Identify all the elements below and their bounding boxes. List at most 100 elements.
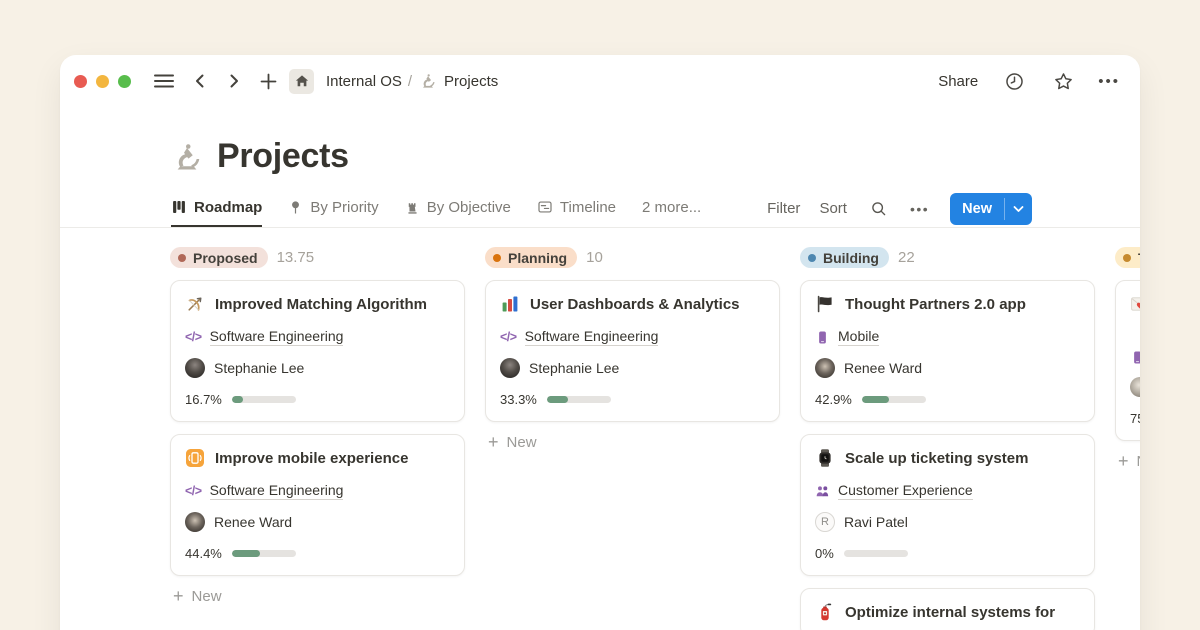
column-count: 10 — [586, 249, 603, 266]
card-title: Thought Partners 2.0 app — [845, 296, 1026, 313]
love-letter-icon — [1130, 294, 1140, 314]
plus-icon[interactable] — [256, 69, 281, 94]
plus-icon: + — [488, 433, 499, 451]
owner-name: Ravi Patel — [844, 514, 908, 530]
team-link[interactable]: Customer Experience — [838, 482, 973, 500]
status-dot-icon — [1123, 254, 1131, 262]
plus-icon: + — [1118, 452, 1129, 470]
project-card[interactable]: Thought Partners 2.0 app Mobile Renee Wa… — [800, 280, 1095, 422]
back-chevron-icon[interactable] — [188, 69, 212, 93]
progress-bar — [232, 396, 296, 403]
home-icon[interactable] — [289, 69, 314, 94]
project-card[interactable]: Scale up ticketing system Customer Exper… — [800, 434, 1095, 576]
new-button-label: New — [950, 193, 1004, 225]
status-label: Proposed — [193, 250, 258, 266]
tab-label: Timeline — [560, 199, 616, 216]
code-icon: </> — [500, 330, 517, 344]
microscope-icon — [172, 142, 202, 172]
project-card[interactable]: User Dashboards & Analytics </> Software… — [485, 280, 780, 422]
star-icon[interactable] — [1049, 67, 1078, 96]
add-card-button[interactable]: + New — [1115, 452, 1140, 470]
sort-button[interactable]: Sort — [819, 200, 847, 217]
code-icon: </> — [185, 484, 202, 498]
close-window-button[interactable] — [74, 75, 87, 88]
card-title: Scale up ticketing system — [845, 450, 1028, 467]
add-card-label: New — [192, 588, 222, 605]
code-icon: </> — [185, 330, 202, 344]
tab-timeline[interactable]: Timeline — [537, 190, 616, 227]
status-badge[interactable]: T — [1115, 247, 1140, 268]
column-clipped: T — [1115, 246, 1140, 630]
window-topbar: Internal OS / Projects Share ••• — [60, 55, 1140, 107]
status-badge[interactable]: Planning — [485, 247, 577, 268]
progress-bar — [862, 396, 926, 403]
black-flag-icon — [815, 294, 835, 314]
avatar: R — [815, 512, 835, 532]
completion-percent: 16.7% — [185, 392, 222, 407]
forward-chevron-icon[interactable] — [222, 69, 246, 93]
status-label: Planning — [508, 250, 567, 266]
minimize-window-button[interactable] — [96, 75, 109, 88]
tab-more-views[interactable]: 2 more... — [642, 190, 701, 227]
owner-name: Renee Ward — [844, 360, 922, 376]
notion-window: Internal OS / Projects Share ••• Project… — [60, 55, 1140, 630]
pin-icon — [288, 200, 303, 215]
rook-icon — [405, 200, 420, 215]
menu-icon[interactable] — [150, 70, 178, 92]
new-button[interactable]: New — [950, 193, 1032, 225]
kanban-icon — [171, 199, 187, 215]
team-link[interactable]: Mobile — [838, 328, 879, 346]
add-card-label: New — [507, 434, 537, 451]
owner-name: Renee Ward — [214, 514, 292, 530]
tab-label: 2 more... — [642, 199, 701, 216]
chevron-down-icon[interactable] — [1005, 193, 1032, 225]
avatar — [1130, 377, 1140, 397]
card-title: Improved Matching Algorithm — [215, 296, 427, 313]
clock-icon[interactable] — [1000, 67, 1029, 96]
progress-bar — [232, 550, 296, 557]
owner-name: Stephanie Lee — [214, 360, 304, 376]
more-icon[interactable]: ••• — [1098, 73, 1120, 90]
card-title: User Dashboards & Analytics — [530, 296, 740, 313]
project-card[interactable]: Improved Matching Algorithm </> Software… — [170, 280, 465, 422]
tab-by-objective[interactable]: By Objective — [405, 190, 511, 227]
avatar — [500, 358, 520, 378]
progress-bar — [844, 550, 908, 557]
tab-label: By Priority — [310, 199, 378, 216]
filter-button[interactable]: Filter — [767, 200, 800, 217]
status-dot-icon — [178, 254, 186, 262]
maximize-window-button[interactable] — [118, 75, 131, 88]
team-link[interactable]: Software Engineering — [525, 328, 659, 346]
page-header: Projects — [172, 137, 1140, 176]
people-icon — [815, 484, 830, 499]
breadcrumb-root[interactable]: Internal OS — [322, 71, 406, 92]
card-title: Optimize internal systems for — [845, 604, 1055, 621]
status-label: T — [1138, 250, 1140, 266]
search-icon[interactable] — [866, 196, 891, 221]
team-link[interactable]: Software Engineering — [210, 328, 344, 346]
avatar — [815, 358, 835, 378]
project-card[interactable]: Improve mobile experience </> Software E… — [170, 434, 465, 576]
watch-icon — [815, 448, 835, 468]
status-badge[interactable]: Proposed — [170, 247, 268, 268]
view-tabbar: Roadmap By Priority By Objective Timelin… — [60, 190, 1140, 228]
tab-label: Roadmap — [194, 199, 262, 216]
owner-name: Stephanie Lee — [529, 360, 619, 376]
team-link[interactable]: Software Engineering — [210, 482, 344, 500]
tab-roadmap[interactable]: Roadmap — [171, 190, 262, 227]
breadcrumb-page[interactable]: Projects — [440, 71, 502, 92]
share-button[interactable]: Share — [938, 73, 978, 90]
project-card[interactable]: 75% — [1115, 280, 1140, 441]
fire-extinguisher-icon — [815, 602, 835, 622]
breadcrumb-separator: / — [408, 73, 412, 90]
project-card[interactable]: Optimize internal systems for — [800, 588, 1095, 630]
completion-percent: 44.4% — [185, 546, 222, 561]
add-card-button[interactable]: + New — [170, 587, 465, 605]
page-title: Projects — [217, 137, 349, 176]
tab-by-priority[interactable]: By Priority — [288, 190, 378, 227]
more-icon[interactable]: ••• — [910, 201, 929, 217]
add-card-button[interactable]: + New — [485, 433, 780, 451]
status-badge[interactable]: Building — [800, 247, 889, 268]
bar-chart-icon — [500, 294, 520, 314]
kanban-board: Proposed 13.75 Improved Matching Algorit… — [60, 246, 1140, 630]
